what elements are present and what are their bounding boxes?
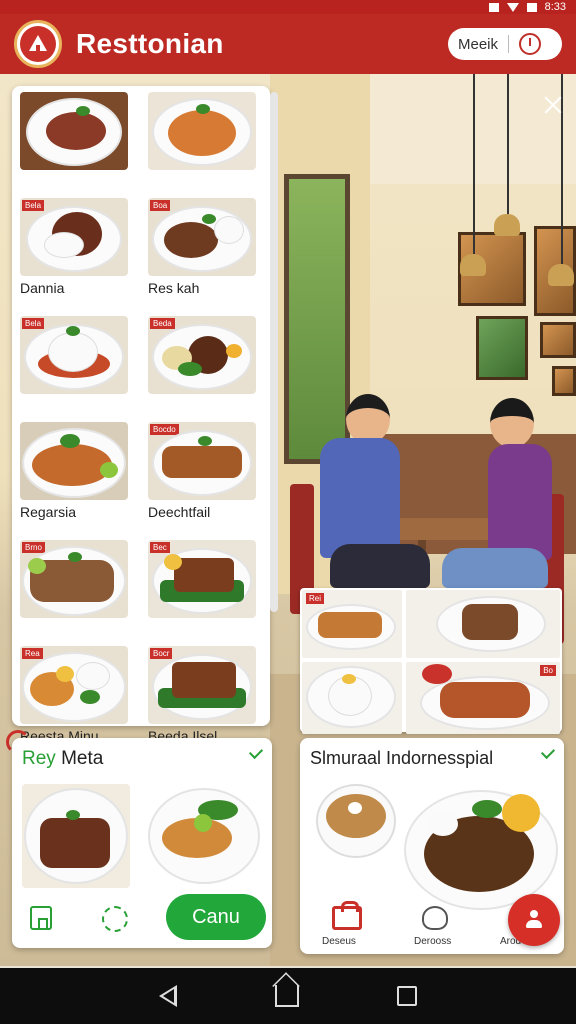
system-nav-bar	[0, 968, 576, 1024]
profile-fab[interactable]	[508, 894, 560, 946]
menu-item[interactable]: Bec	[148, 540, 262, 646]
collage-tag: Rei	[306, 593, 325, 604]
collage-photo[interactable]: Bo	[406, 662, 560, 734]
menu-item[interactable]	[20, 92, 134, 198]
home-button-icon[interactable]	[275, 985, 299, 1007]
status-bar: 8:33	[0, 0, 576, 14]
menu-item[interactable]: Brno	[20, 540, 134, 646]
menu-tag: Brno	[22, 542, 45, 553]
nav-label: Deseus	[322, 936, 356, 947]
wifi-icon	[506, 2, 519, 12]
clock-icon[interactable]	[519, 33, 542, 55]
menu-tag: Rea	[22, 648, 43, 659]
bowl-icon[interactable]	[422, 906, 448, 930]
wall-frame	[476, 316, 528, 380]
featured-menu-card[interactable]: Rey Meta Canu	[12, 738, 272, 948]
photo-collage[interactable]: Rei Bo	[300, 588, 562, 734]
collage-photo[interactable]	[302, 662, 402, 734]
menu-item[interactable]: Boa Res kah	[148, 198, 262, 316]
menu-tag: Bela	[22, 200, 45, 211]
menu-tag: Bec	[150, 542, 170, 553]
pill-label: Meeik	[458, 35, 499, 53]
back-icon[interactable]	[159, 985, 177, 1007]
collage-photo[interactable]	[406, 590, 560, 658]
menu-item[interactable]	[148, 92, 262, 198]
card-photo	[22, 784, 130, 888]
menu-grid: Bela Dannia Boa Res kah Bela Beda Regars…	[20, 92, 262, 764]
pagoda-icon	[29, 35, 47, 51]
app-title: Resttonian	[76, 28, 224, 59]
order-button[interactable]: Canu	[166, 894, 266, 940]
menu-item[interactable]: Bela	[20, 316, 134, 422]
menu-item[interactable]: Bocdo Deechtfail	[148, 422, 262, 540]
check-icon	[248, 744, 264, 760]
pendant-lamp	[548, 264, 574, 286]
battery-icon	[526, 2, 537, 12]
menu-scrollbar[interactable]	[270, 92, 278, 612]
pill-divider	[508, 35, 510, 53]
menu-item-label: Res kah	[148, 280, 200, 296]
nav-label: Derooss	[414, 936, 452, 947]
status-time: 8:33	[544, 1, 566, 13]
lamp-cord	[507, 74, 509, 214]
menu-item-label: Regarsia	[20, 504, 77, 520]
header-pill[interactable]: Meeik	[448, 28, 562, 60]
close-icon[interactable]	[542, 94, 564, 116]
wall-frame	[540, 322, 576, 358]
notification-icon	[488, 2, 499, 12]
window	[284, 174, 350, 464]
menu-tag: Beda	[150, 318, 175, 329]
app-header: Resttonian Meeik	[0, 14, 576, 74]
menu-item-label: Dannia	[20, 280, 65, 296]
lamp-cord	[473, 74, 475, 254]
soup-photo	[312, 780, 406, 864]
menu-panel: Bela Dannia Boa Res kah Bela Beda Regars…	[12, 86, 270, 744]
menu-tag: Bela	[22, 318, 45, 329]
card-photo	[146, 784, 262, 888]
app-logo[interactable]	[14, 20, 62, 68]
menu-item[interactable]: Regarsia	[20, 422, 134, 540]
menu-tag: Bocdo	[150, 424, 179, 435]
menu-item-label: Deechtfail	[148, 504, 211, 520]
card-title: Rey Meta	[22, 748, 104, 769]
refresh-icon[interactable]	[102, 906, 128, 932]
collage-photo[interactable]: Rei	[302, 590, 402, 658]
shopping-bag-icon[interactable]	[332, 901, 362, 930]
menu-tag: Boa	[150, 200, 171, 211]
menu-item[interactable]: Beda	[148, 316, 262, 422]
menu-tag: Bocr	[150, 648, 173, 659]
home-icon[interactable]	[30, 906, 52, 930]
recents-icon[interactable]	[397, 986, 417, 1006]
person-icon	[526, 910, 542, 930]
check-icon	[540, 744, 556, 760]
wall-frame	[552, 366, 576, 396]
card-title: Slmuraal Indornesspial	[310, 748, 494, 768]
pendant-lamp	[494, 214, 520, 236]
menu-item[interactable]: Bela Dannia	[20, 198, 134, 316]
collage-tag: Bo	[540, 665, 556, 676]
pendant-lamp	[460, 254, 486, 276]
